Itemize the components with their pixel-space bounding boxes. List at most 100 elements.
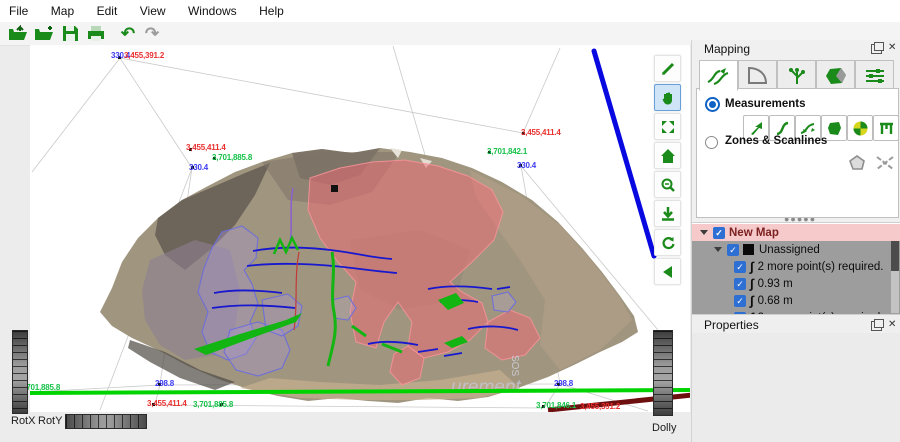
map-tree: ✓ New Map ✓ Unassigned ✓ ∫ 2 more point(… xyxy=(692,222,900,314)
tab-settings[interactable] xyxy=(855,60,894,91)
float-panel-icon[interactable] xyxy=(871,321,882,331)
roty-label: RotY xyxy=(38,415,62,427)
redo-icon: ↷ xyxy=(145,25,159,42)
coord-label: 3,455,411.4 xyxy=(521,129,561,137)
fit-view-button[interactable] xyxy=(654,113,681,140)
tree-item-label: 0.68 m xyxy=(758,295,793,307)
checkbox-checked-icon[interactable]: ✓ xyxy=(713,227,725,239)
open-button[interactable] xyxy=(6,23,30,44)
application-window: File Map Edit View Windows Help xyxy=(0,0,900,442)
scanline-tool-button-disabled[interactable] xyxy=(873,151,897,175)
menu-file[interactable]: File xyxy=(0,0,37,18)
undo-button[interactable]: ↶ xyxy=(116,23,140,44)
tree-item-label: 0.93 m xyxy=(758,278,793,290)
blue-axis-line xyxy=(594,51,654,256)
trace-glyph-icon: ∫ xyxy=(750,279,754,289)
s-curve-icon xyxy=(774,120,791,137)
coord-label: 3,701,885.8 xyxy=(212,154,252,162)
tree-scrollbar-thumb[interactable] xyxy=(891,241,899,271)
menu-map[interactable]: Map xyxy=(42,0,83,18)
print-button[interactable] xyxy=(84,23,108,44)
rock-model-scene: urement SOS xyxy=(30,45,690,412)
watermark-side-text: SOS xyxy=(509,355,520,376)
dolly-label: Dolly xyxy=(652,422,676,434)
tab-plane-tools[interactable] xyxy=(738,60,777,91)
open-folder-icon xyxy=(8,25,28,42)
chevron-down-icon[interactable] xyxy=(700,230,708,235)
magnifier-icon xyxy=(660,177,676,193)
trace-glyph-icon: ∫ xyxy=(750,262,754,272)
coord-label: 330.4 xyxy=(517,162,536,170)
chevron-down-icon[interactable] xyxy=(714,247,722,252)
folder-plus-icon xyxy=(34,25,54,42)
redo-button[interactable]: ↷ xyxy=(140,23,164,44)
selected-point-marker xyxy=(331,185,338,192)
close-panel-icon[interactable]: ✕ xyxy=(888,319,896,330)
shrink-arrows-icon xyxy=(660,119,676,135)
coord-label: 3,701,842.1 xyxy=(487,148,527,156)
plane-tools-icon xyxy=(746,66,770,86)
properties-panel-body xyxy=(692,333,900,442)
zoom-button[interactable] xyxy=(654,171,681,198)
menu-view[interactable]: View xyxy=(131,0,175,18)
properties-panel-title: Properties xyxy=(704,318,759,332)
printer-icon xyxy=(87,25,105,42)
tree-row-unassigned[interactable]: ✓ Unassigned xyxy=(692,241,900,258)
menu-windows[interactable]: Windows xyxy=(179,0,246,18)
sliders-icon xyxy=(863,66,887,86)
pan-mode-button[interactable] xyxy=(654,84,681,111)
rotx-slider[interactable] xyxy=(12,330,28,414)
rotate-view-button[interactable] xyxy=(654,229,681,256)
checkbox-checked-icon[interactable]: ✓ xyxy=(734,295,746,307)
float-panel-icon[interactable] xyxy=(871,44,882,54)
pentagon-outline-icon xyxy=(848,154,866,172)
pinwheel-measure-button[interactable] xyxy=(847,115,873,141)
save-button[interactable] xyxy=(58,23,82,44)
menu-edit[interactable]: Edit xyxy=(88,0,127,18)
tree-row-measurement[interactable]: ✓ ∫ 0.93 m xyxy=(692,275,900,292)
vegetation-icon xyxy=(785,66,809,86)
tree-scrollbar[interactable] xyxy=(891,241,899,313)
trace-tools-icon xyxy=(706,66,732,86)
coord-label: 298.8 xyxy=(155,380,174,388)
crossed-lines-icon xyxy=(875,154,895,172)
tab-trace-tools[interactable] xyxy=(699,60,738,91)
tree-root-label: New Map xyxy=(729,227,779,239)
pencil-icon xyxy=(660,61,676,77)
green-axis-line xyxy=(30,390,690,393)
checkbox-checked-icon[interactable]: ✓ xyxy=(727,244,739,256)
tab-topography-tools[interactable] xyxy=(777,60,816,91)
coord-label: 3,455,391.2 xyxy=(124,52,164,60)
3d-viewport[interactable]: urement SOS xyxy=(30,45,690,412)
tab-rock-tools[interactable] xyxy=(816,60,855,91)
tree-row-new-map[interactable]: ✓ New Map xyxy=(692,224,900,241)
zones-scanlines-radio[interactable] xyxy=(705,136,718,149)
checkbox-checked-icon[interactable]: ✓ xyxy=(734,278,746,290)
rotx-label: RotX xyxy=(11,415,35,427)
save-as-button[interactable] xyxy=(32,23,56,44)
filled-polygon-icon xyxy=(826,120,843,137)
tree-row-measurement[interactable]: ✓ ∫ 2 more point(s) required. xyxy=(692,258,900,275)
menu-help[interactable]: Help xyxy=(250,0,293,18)
rotate-icon xyxy=(660,235,676,251)
measurements-radio[interactable] xyxy=(705,97,720,112)
checkbox-checked-icon[interactable]: ✓ xyxy=(734,261,746,273)
roty-slider[interactable] xyxy=(65,414,147,429)
mapping-panel-header: Mapping ✕ xyxy=(692,40,900,58)
mapping-tab-pane: Measurements xyxy=(696,88,899,218)
draw-mode-button[interactable] xyxy=(654,55,681,82)
pinchout-measure-button[interactable] xyxy=(873,115,899,141)
tree-group-label: Unassigned xyxy=(759,244,820,256)
menu-bar: File Map Edit View Windows Help xyxy=(0,0,900,22)
coord-label: 3,455,411.4 xyxy=(147,400,187,408)
dolly-slider[interactable] xyxy=(653,330,673,416)
home-icon xyxy=(660,148,676,164)
zone-tool-button-disabled[interactable] xyxy=(845,151,869,175)
screenshot-export-button[interactable] xyxy=(654,200,681,227)
home-view-button[interactable] xyxy=(654,142,681,169)
pinwheel-icon xyxy=(852,120,869,137)
close-panel-icon[interactable]: ✕ xyxy=(888,42,896,53)
collapse-panel-button[interactable] xyxy=(654,258,681,285)
tree-row-measurement[interactable]: ✓ ∫ 0.68 m xyxy=(692,292,900,309)
pan-hand-icon xyxy=(660,90,676,106)
